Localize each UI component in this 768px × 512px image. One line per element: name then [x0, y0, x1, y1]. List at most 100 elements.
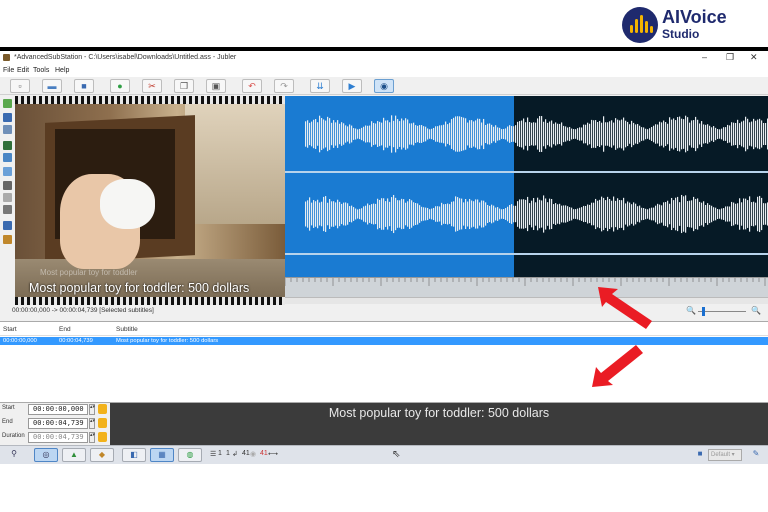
column-start[interactable]: Start: [3, 326, 17, 333]
zoom-control[interactable]: 🔍 🔍: [686, 306, 766, 316]
preview-button[interactable]: ◉: [374, 79, 394, 93]
paste-button[interactable]: ▣: [206, 79, 226, 93]
subtitle-text-area[interactable]: Most popular toy for toddler: 500 dollar…: [110, 403, 768, 445]
jubler-app-icon: [3, 54, 10, 61]
start-label: Start: [2, 405, 15, 411]
open-file-button[interactable]: ▬: [42, 79, 62, 93]
zoom-in-icon[interactable]: 🔍: [751, 306, 761, 315]
end-time-field[interactable]: 00:00:04,739: [28, 418, 88, 429]
tool-monitor-icon[interactable]: [3, 113, 12, 122]
video-caption: Most popular toy for toddler: 500 dollar…: [29, 281, 250, 295]
column-end[interactable]: End: [59, 326, 71, 333]
table-row[interactable]: 00:00:00,000 00:00:04,739 Most popular t…: [0, 337, 768, 345]
tool-c-button[interactable]: ◍: [178, 448, 202, 462]
end-lock-icon[interactable]: [98, 418, 107, 428]
tool-shape-icon[interactable]: [3, 193, 12, 202]
menu-bar: File Edit Tools Help: [0, 65, 768, 77]
duration-field[interactable]: 00:00:04,739: [28, 432, 88, 443]
brand-name: AIVoice: [662, 7, 727, 27]
maximize-button[interactable]: ❐: [726, 52, 734, 63]
tool-a-button[interactable]: ◧: [122, 448, 146, 462]
new-file-icon: ▫: [18, 81, 22, 91]
side-toolbar: [0, 95, 15, 305]
tool-window-icon[interactable]: [3, 125, 12, 134]
edit-style-icon[interactable]: ✎: [744, 448, 768, 462]
view-video-button[interactable]: ◎: [34, 448, 58, 462]
minimize-button[interactable]: –: [702, 52, 707, 62]
subtitle-table[interactable]: Start End Subtitle 00:00:00,000 00:00:04…: [0, 321, 768, 403]
waveform-scrollbar[interactable]: [285, 297, 768, 304]
tool-grid-icon[interactable]: [3, 153, 12, 162]
list-indicator-icon: ☰: [210, 451, 217, 458]
aivoice-logo: AIVoice Studio: [622, 4, 768, 44]
sort-button[interactable]: ⇊: [310, 79, 330, 93]
folder-icon: ▬: [47, 81, 57, 91]
save-icon: ■: [81, 81, 87, 91]
start-spinner[interactable]: ▴▾: [89, 404, 95, 415]
chevrons-down-icon: ⇊: [316, 81, 324, 91]
video-watermark: Most popular toy for toddler: [40, 268, 138, 277]
copy-icon: ❐: [179, 81, 189, 91]
menu-tools[interactable]: Tools: [33, 67, 49, 74]
window-title: *AdvancedSubStation - C:\Users\isabel\Do…: [14, 54, 237, 61]
play-button[interactable]: ▶: [342, 79, 362, 93]
tool-b-button[interactable]: ▦: [150, 448, 174, 462]
view-image-button[interactable]: ▲: [62, 448, 86, 462]
undo-button[interactable]: ↶: [242, 79, 262, 93]
tool-frame-icon[interactable]: [3, 235, 12, 244]
film-strip-top: [15, 96, 285, 104]
zoom-slider-track[interactable]: [698, 311, 746, 312]
circle-icon: ◎: [42, 450, 50, 459]
close-button[interactable]: ✕: [750, 52, 758, 63]
tool-green-icon[interactable]: [3, 99, 12, 108]
copy-button[interactable]: ❐: [174, 79, 194, 93]
duration-label: Duration: [2, 433, 25, 439]
info-icon: ●: [117, 81, 123, 91]
audio-waveform[interactable]: [285, 96, 768, 296]
end-label: End: [2, 419, 13, 425]
main-toolbar: ▫ ▬ ■ ● ✂ ❐ ▣ ↶ ↷ ⇊ ▶ ◉: [0, 77, 768, 95]
zoom-slider-thumb[interactable]: [702, 307, 705, 316]
brand-subtitle: Studio: [662, 27, 700, 41]
column-subtitle[interactable]: Subtitle: [116, 326, 138, 333]
info-button[interactable]: ●: [110, 79, 130, 93]
start-time-field[interactable]: 00:00:00,000: [28, 404, 88, 415]
style-select[interactable]: Default ▾: [708, 449, 742, 461]
arrows-icon: ⟷: [268, 451, 279, 458]
waveform-logo-icon: [622, 7, 658, 43]
duration-spinner[interactable]: ▴▾: [89, 432, 95, 443]
waveform-graph: [305, 115, 768, 234]
row-start: 00:00:00,000: [3, 338, 37, 344]
mountain-icon: ▲: [70, 450, 78, 459]
cube-icon: ◧: [130, 450, 138, 459]
scissors-icon: ✂: [148, 81, 156, 91]
screenshot-root: AIVoice Studio *AdvancedSubStation - C:\…: [0, 0, 768, 512]
tool-link-icon[interactable]: [3, 205, 12, 214]
speaker-icon: ◆: [98, 450, 106, 459]
video-preview[interactable]: Most popular toy for toddler Most popula…: [15, 96, 285, 305]
tool-speaker-icon[interactable]: [3, 221, 12, 230]
record-icon: ◉: [250, 451, 257, 458]
globe-icon: ◍: [186, 450, 194, 459]
tool-image-icon[interactable]: [3, 141, 12, 150]
title-bar: *AdvancedSubStation - C:\Users\isabel\Do…: [0, 51, 768, 65]
menu-file[interactable]: File: [3, 67, 14, 74]
cut-button[interactable]: ✂: [142, 79, 162, 93]
new-file-button[interactable]: ▫: [10, 79, 30, 93]
time-ruler[interactable]: [284, 277, 768, 297]
duration-lock-icon[interactable]: [98, 432, 107, 442]
indicator-3: 41: [242, 450, 250, 457]
view-audio-button[interactable]: ◆: [90, 448, 114, 462]
end-spinner[interactable]: ▴▾: [89, 418, 95, 429]
tool-wrench-icon[interactable]: [3, 167, 12, 176]
start-lock-icon[interactable]: [98, 404, 107, 414]
zoom-out-icon[interactable]: 🔍: [686, 306, 696, 315]
save-button[interactable]: ■: [74, 79, 94, 93]
menu-edit[interactable]: Edit: [17, 67, 29, 74]
tool-cursor-icon[interactable]: [3, 181, 12, 190]
redo-button[interactable]: ↷: [274, 79, 294, 93]
pin-icon[interactable]: ⚲: [2, 448, 26, 462]
jubler-window: *AdvancedSubStation - C:\Users\isabel\Do…: [0, 51, 768, 464]
subtitle-text: Most popular toy for toddler: 500 dollar…: [328, 406, 550, 420]
menu-help[interactable]: Help: [55, 67, 69, 74]
